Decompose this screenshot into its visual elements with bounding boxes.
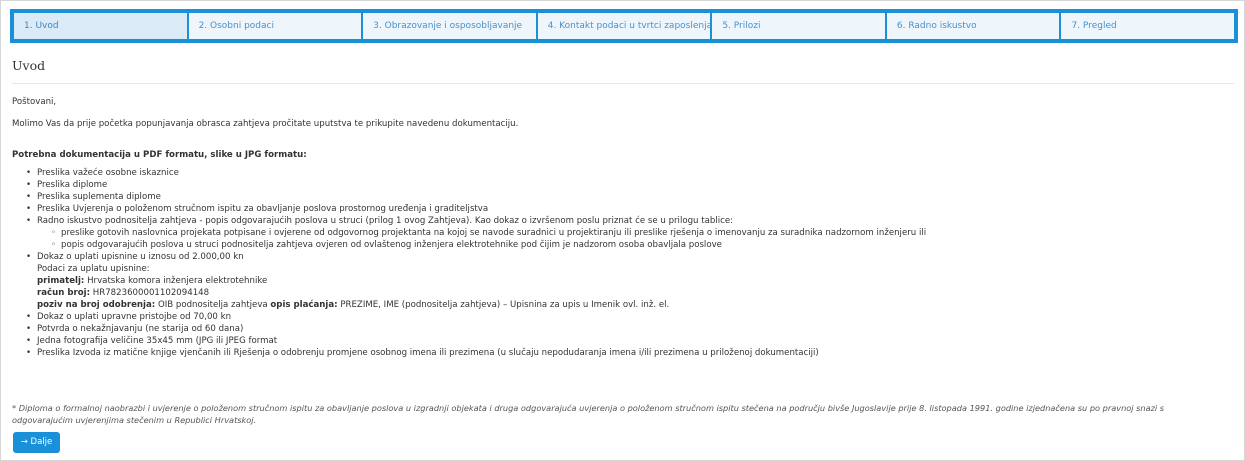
account-line: račun broj: HR7823600001102094148 <box>37 287 1234 299</box>
list-item: Dokaz o uplati upisnine u iznosu od 2.00… <box>26 251 1234 311</box>
recipient-value: Hrvatska komora inženjera elektrotehnike <box>87 276 268 286</box>
reference-line: poziv na broj odobrenja: OIB podnositelj… <box>37 299 1234 311</box>
list-item: Radno iskustvo podnositelja zahtjeva - p… <box>26 215 1234 251</box>
tab-pregled[interactable]: 7. Pregled <box>1061 13 1235 39</box>
recipient-line: primatelj: Hrvatska komora inženjera ele… <box>37 275 1234 287</box>
intro-text: Molimo Vas da prije početka popunjavanja… <box>12 119 519 129</box>
list-item: Preslika suplementa diplome <box>26 191 1234 203</box>
list-item-text: Radno iskustvo podnositelja zahtjeva - p… <box>37 216 734 226</box>
form-panel: 1. Uvod 2. Osobni podaci 3. Obrazovanje … <box>0 0 1245 461</box>
payment-heading: Podaci za uplatu upisnine: <box>37 264 150 274</box>
documents-heading: Potrebna dokumentacija u PDF formatu, sl… <box>12 150 307 160</box>
tab-osobni-podaci[interactable]: 2. Osobni podaci <box>188 13 362 39</box>
list-item: Dokaz o uplati upravne pristojbe od 70,0… <box>26 311 1234 323</box>
tab-kontakt-podaci[interactable]: 4. Kontakt podaci u tvrtci zaposlenja <box>537 13 711 39</box>
sub-list: preslike gotovih naslovnica projekata po… <box>51 227 1234 251</box>
list-item: Preslika Izvoda iz matične knjige vjenča… <box>26 347 1234 359</box>
list-item: Preslika važeće osobne iskaznice <box>26 167 1234 179</box>
description-value: PREZIME, IME (podnositelja zahtjeva) – U… <box>340 300 670 310</box>
payment-amount-text: Dokaz o uplati upisnine u iznosu od 2.00… <box>37 252 244 262</box>
tab-obrazovanje[interactable]: 3. Obrazovanje i osposobljavanje <box>363 13 536 39</box>
account-value: HR7823600001102094148 <box>92 288 210 298</box>
reference-value: OIB podnositelja zahtjeva <box>157 300 268 310</box>
list-item: Jedna fotografija veličine 35x45 mm (JPG… <box>26 335 1234 347</box>
greeting-text: Poštovani, <box>12 97 57 107</box>
description-label: opis plaćanja: <box>270 300 338 310</box>
footnote-text: * Diploma o formalnoj naobrazbi i uvjere… <box>12 403 1165 425</box>
wizard-steps: 1. Uvod 2. Osobni podaci 3. Obrazovanje … <box>10 9 1238 43</box>
next-button[interactable]: → Dalje <box>13 432 60 453</box>
sub-list-item: popis odgovarajućih poslova u struci pod… <box>51 239 1234 251</box>
list-item: Preslika Uvjerenja o položenom stručnom … <box>26 203 1234 215</box>
sub-list-item: preslike gotovih naslovnica projekata po… <box>51 227 1234 239</box>
tab-radno-iskustvo[interactable]: 6. Radno iskustvo <box>886 13 1060 39</box>
tab-prilozi[interactable]: 5. Prilozi <box>712 13 885 39</box>
intro-content: Poštovani, Molimo Vas da prije početka p… <box>12 96 1234 359</box>
list-item: Potvrda o nekažnjavanju (ne starija od 6… <box>26 323 1234 335</box>
divider <box>12 83 1234 84</box>
section-title: Uvod <box>12 58 46 73</box>
account-label: račun broj: <box>37 288 91 298</box>
list-item: Preslika diplome <box>26 179 1234 191</box>
reference-label: poziv na broj odobrenja: <box>37 300 156 310</box>
documents-list: Preslika važeće osobne iskaznice Preslik… <box>26 167 1234 359</box>
recipient-label: primatelj: <box>37 276 85 286</box>
tab-uvod[interactable]: 1. Uvod <box>14 13 187 39</box>
